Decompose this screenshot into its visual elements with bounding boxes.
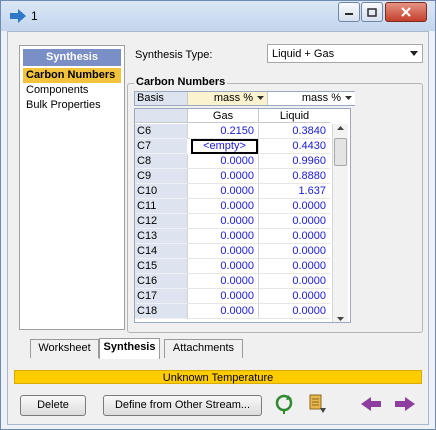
gas-cell[interactable]: 0.0000 [187,259,258,274]
table-scrollbar[interactable] [332,124,348,322]
page-item-carbon-numbers[interactable]: Carbon Numbers [23,68,121,83]
delete-button[interactable]: Delete [20,395,86,416]
chevron-down-icon [410,51,418,56]
recycle-icon[interactable] [273,393,295,415]
row-header: C12 [135,214,187,229]
minimize-icon [345,13,353,15]
scrollbar-thumb[interactable] [334,138,347,166]
maximize-button[interactable] [361,2,383,22]
window: 1 Synthesis Carbon Numbers Components Bu… [0,0,436,430]
basis-liquid-value: mass % [301,92,341,104]
gas-cell[interactable]: 0.0000 [187,214,258,229]
stream-icon[interactable] [306,393,328,415]
liquid-cell[interactable]: 0.4430 [258,139,330,154]
gas-cell[interactable]: 0.0000 [187,184,258,199]
status-bar: Unknown Temperature [14,370,422,384]
basis-label: Basis [135,92,187,105]
page-item-components[interactable]: Components [23,83,121,98]
gas-cell[interactable]: 0.0000 [187,229,258,244]
maximize-icon [367,7,377,17]
gas-cell[interactable]: 0.0000 [187,289,258,304]
synthesis-type-label: Synthesis Type: [135,49,213,61]
table-row: C16 0.0000 0.0000 [135,274,330,289]
liquid-cell[interactable]: 0.0000 [258,274,330,289]
table-row: C10 0.0000 1.637 [135,184,330,199]
carbon-numbers-table: Gas Liquid C6 0.2150 0.3840 C7 <empty> 0… [134,108,351,323]
liquid-cell[interactable]: 0.0000 [258,259,330,274]
title-bar[interactable]: 1 [1,1,435,31]
chevron-down-icon [257,96,264,100]
chevron-down-icon[interactable] [337,317,344,321]
table-row: C11 0.0000 0.0000 [135,199,330,214]
table-row: C8 0.0000 0.9960 [135,154,330,169]
table-row: C9 0.0000 0.8880 [135,169,330,184]
column-header-gas: Gas [187,109,258,123]
row-header: C15 [135,259,187,274]
basis-gas-select[interactable]: mass % [187,92,267,105]
close-icon [401,7,411,17]
table-row: C15 0.0000 0.0000 [135,259,330,274]
dialog-body: Synthesis Carbon Numbers Components Bulk… [7,31,429,425]
liquid-cell[interactable]: 0.9960 [258,154,330,169]
row-header: C18 [135,304,187,319]
synthesis-type-select[interactable]: Liquid + Gas [267,44,423,63]
page-item-bulk-properties[interactable]: Bulk Properties [23,98,121,113]
gas-cell[interactable]: 0.0000 [187,244,258,259]
gas-cell[interactable]: 0.2150 [187,124,258,139]
basis-liquid-select[interactable]: mass % [267,92,355,105]
next-icon[interactable] [393,393,417,415]
row-header: C14 [135,244,187,259]
liquid-cell[interactable]: 0.8880 [258,169,330,184]
liquid-cell[interactable]: 0.0000 [258,214,330,229]
page-list: Synthesis Carbon Numbers Components Bulk… [19,45,125,330]
tab-attachments[interactable]: Attachments [164,339,243,358]
row-header: C11 [135,199,187,214]
define-from-other-stream-button[interactable]: Define from Other Stream... [103,395,262,416]
previous-icon[interactable] [359,393,383,415]
tab-synthesis[interactable]: Synthesis [99,338,160,359]
liquid-cell[interactable]: 1.637 [258,184,330,199]
row-header: C7 [135,139,187,154]
liquid-cell[interactable]: 0.0000 [258,229,330,244]
column-header-liquid: Liquid [258,109,330,123]
gas-cell[interactable]: 0.0000 [187,304,258,319]
row-header: C13 [135,229,187,244]
table-row: C14 0.0000 0.0000 [135,244,330,259]
table-row: C6 0.2150 0.3840 [135,124,330,139]
table-row: C13 0.0000 0.0000 [135,229,330,244]
gas-cell[interactable]: 0.0000 [187,199,258,214]
liquid-cell[interactable]: 0.0000 [258,304,330,319]
row-header: C6 [135,124,187,139]
row-header: C8 [135,154,187,169]
liquid-cell[interactable]: 0.3840 [258,124,330,139]
carbon-numbers-title: Carbon Numbers [134,76,228,88]
table-corner [135,109,187,123]
minimize-button[interactable] [338,2,360,22]
basis-row: Basis mass % mass % [134,91,355,106]
row-header: C10 [135,184,187,199]
gas-cell[interactable]: 0.0000 [187,274,258,289]
liquid-cell[interactable]: 0.0000 [258,244,330,259]
synthesis-type-value: Liquid + Gas [272,48,335,60]
liquid-cell[interactable]: 0.0000 [258,199,330,214]
gas-cell[interactable]: 0.0000 [187,154,258,169]
basis-gas-value: mass % [213,92,253,104]
table-row: C18 0.0000 0.0000 [135,304,330,319]
table-row: C7 <empty> 0.4430 [135,139,330,154]
arrow-right-icon [10,9,26,23]
table-row: C12 0.0000 0.0000 [135,214,330,229]
row-header: C16 [135,274,187,289]
liquid-cell[interactable]: 0.0000 [258,289,330,304]
tab-worksheet[interactable]: Worksheet [30,339,99,358]
gas-cell-active[interactable]: <empty> [191,139,258,154]
row-header: C9 [135,169,187,184]
gas-cell[interactable]: 0.0000 [187,169,258,184]
window-title: 1 [31,9,38,23]
close-button[interactable] [385,2,427,22]
page-list-header: Synthesis [23,49,121,66]
row-header: C17 [135,289,187,304]
chevron-down-icon [345,96,352,100]
chevron-up-icon[interactable] [337,126,344,130]
table-row: C17 0.0000 0.0000 [135,289,330,304]
